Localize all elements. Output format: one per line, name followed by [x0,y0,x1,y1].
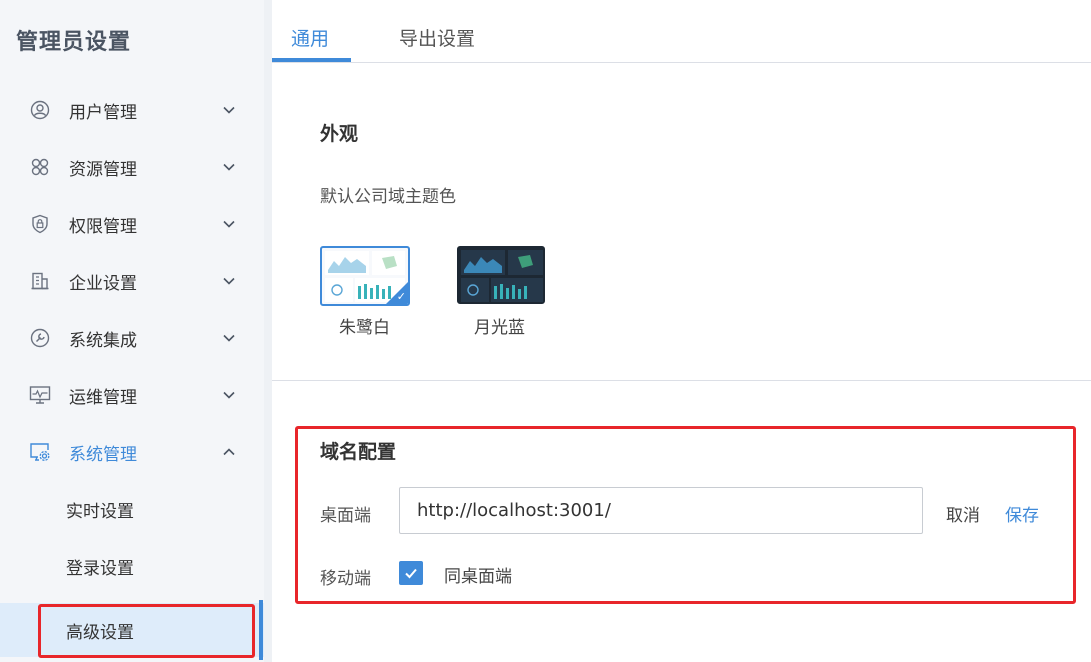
theme-thumbnail-dark[interactable] [457,246,545,304]
sidebar: 管理员设置 用户管理 资源管理 权限管理 企业设置 系统集成 运维管理 系统管理… [0,0,264,662]
sidebar-item-system-integration[interactable]: 系统集成 [0,318,264,358]
checkmark-icon [405,568,417,579]
sidebar-item-label: 系统集成 [69,330,137,351]
sidebar-item-label: 系统管理 [69,444,137,465]
sidebar-item-label: 用户管理 [69,102,137,123]
chevron-down-icon [220,158,238,176]
theme-label-dark: 月光蓝 [474,318,525,338]
building-icon [29,270,51,292]
desktop-label: 桌面端 [320,506,371,526]
chevron-up-icon [220,443,238,461]
section-divider [272,380,1091,381]
resource-icon [29,156,51,178]
user-icon [29,99,51,121]
sidebar-divider [264,0,272,662]
tab-bar: 通用 导出设置 [272,8,1091,63]
default-theme-label: 默认公司域主题色 [320,187,456,207]
chevron-down-icon [220,272,238,290]
sidebar-subitem-realtime-settings[interactable]: 实时设置 [0,489,264,529]
theme-thumbnail-light[interactable]: ✓ [320,246,410,306]
tab-general[interactable]: 通用 [291,24,329,51]
monitor-icon [29,384,51,406]
sidebar-title: 管理员设置 [16,30,132,55]
sidebar-item-enterprise-settings[interactable]: 企业设置 [0,261,264,301]
sidebar-item-system-management[interactable]: 系统管理 [0,432,264,472]
sidebar-item-resource-management[interactable]: 资源管理 [0,147,264,187]
active-tab-indicator [272,58,351,62]
tab-export-settings[interactable]: 导出设置 [399,24,475,51]
wrench-icon [29,327,51,349]
sidebar-subitem-login-settings[interactable]: 登录设置 [0,546,264,586]
chevron-down-icon [220,386,238,404]
chevron-down-icon [220,101,238,119]
appearance-title: 外观 [320,123,359,145]
sidebar-item-label: 资源管理 [69,159,137,180]
sidebar-item-label: 运维管理 [69,387,137,408]
desktop-url-input[interactable] [399,487,923,534]
sidebar-subitem-label: 登录设置 [66,558,134,579]
chevron-down-icon [220,329,238,347]
sidebar-item-label: 权限管理 [69,216,137,237]
gear-screen-icon [29,441,51,463]
sidebar-item-permission-management[interactable]: 权限管理 [0,204,264,244]
chevron-down-icon [220,215,238,233]
sidebar-item-operations-management[interactable]: 运维管理 [0,375,264,415]
domain-config-title: 域名配置 [320,441,397,463]
same-as-desktop-checkbox[interactable] [399,561,423,585]
save-button[interactable]: 保存 [1005,501,1039,526]
theme-label-light: 朱鹭白 [339,318,390,338]
checkmark-icon: ✓ [396,290,406,303]
sidebar-item-user-management[interactable]: 用户管理 [0,90,264,130]
sidebar-subitem-label: 实时设置 [66,501,134,522]
same-as-desktop-label: 同桌面端 [444,567,512,587]
highlight-box [38,604,255,658]
selection-indicator [259,600,263,660]
mobile-label: 移动端 [320,569,371,589]
sidebar-item-label: 企业设置 [69,273,137,294]
cancel-button[interactable]: 取消 [946,501,980,526]
shield-lock-icon [29,213,51,235]
